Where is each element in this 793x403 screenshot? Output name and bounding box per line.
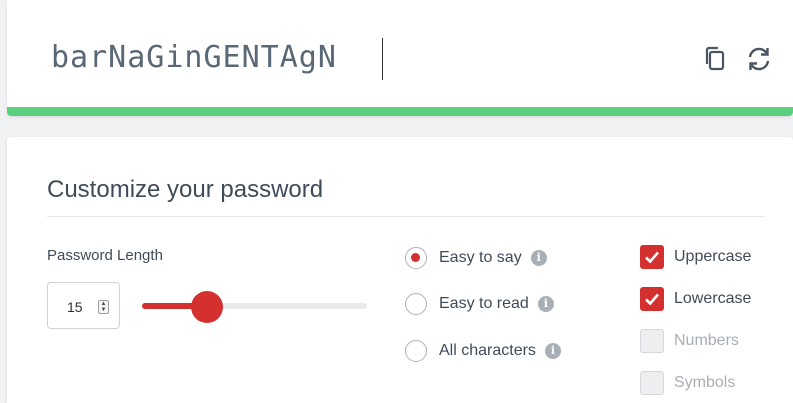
copy-icon [705,46,725,71]
mode-all-characters[interactable]: All characters i [405,338,561,364]
checkbox-label: Numbers [674,332,739,349]
generated-password[interactable]: barNaGinGENTAgN [51,40,337,75]
text-cursor [382,38,383,80]
password-length-value: 15 [67,299,83,315]
length-spinner[interactable]: ▲ ▼ [98,300,109,314]
password-length-label: Password Length [47,247,163,264]
option-numbers[interactable]: Numbers [640,328,739,354]
checkbox-uppercase[interactable] [640,245,664,269]
radio-label: Easy to say [439,249,522,266]
checkbox-numbers[interactable] [640,329,664,353]
radio-label: All characters [439,342,536,359]
info-icon[interactable]: i [537,296,554,312]
mode-easy-to-read[interactable]: Easy to read i [405,291,554,317]
checkbox-lowercase[interactable] [640,287,664,311]
option-lowercase[interactable]: Lowercase [640,286,751,312]
info-icon[interactable]: i [544,343,561,359]
slider-thumb[interactable] [191,291,223,323]
info-icon[interactable]: i [530,250,547,266]
copy-button[interactable] [701,44,729,74]
checkmark-icon [645,251,659,264]
option-symbols[interactable]: Symbols [640,370,735,396]
checkbox-symbols[interactable] [640,371,664,395]
length-slider[interactable] [142,291,367,323]
checkmark-icon [645,293,659,306]
password-length-input[interactable]: 15 ▲ ▼ [47,282,120,329]
password-display-card: barNaGinGENTAgN [7,0,793,116]
radio-easy-to-read[interactable] [405,293,427,315]
mode-easy-to-say[interactable]: Easy to say i [405,245,547,271]
option-uppercase[interactable]: Uppercase [640,244,751,270]
radio-easy-to-say[interactable] [405,247,427,269]
strength-bar [7,107,793,116]
checkbox-label: Lowercase [674,290,752,307]
customize-card: Customize your password Password Length … [7,137,793,403]
radio-all-characters[interactable] [405,340,427,362]
refresh-button[interactable] [745,44,773,74]
section-title: Customize your password [47,176,324,203]
divider [47,216,765,217]
checkbox-label: Uppercase [674,248,752,265]
refresh-icon [748,47,770,71]
checkbox-label: Symbols [674,374,736,391]
radio-label: Easy to read [439,295,529,312]
